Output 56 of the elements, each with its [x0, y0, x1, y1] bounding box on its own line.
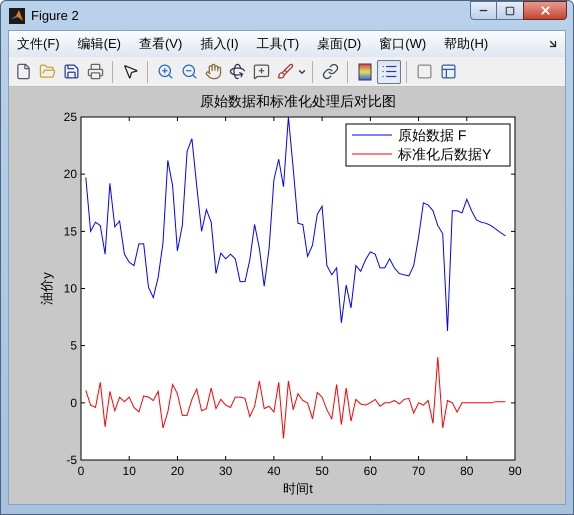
- tick-label: 50: [315, 464, 329, 478]
- legend-label: 标准化后数据Y: [398, 146, 492, 162]
- menu-item[interactable]: 工具(T): [254, 34, 302, 54]
- menu-item[interactable]: 查看(V): [136, 34, 184, 54]
- tick-label: 20: [64, 167, 77, 182]
- data-cursor-icon: [252, 63, 270, 80]
- menu-item[interactable]: 窗口(W): [377, 34, 428, 54]
- tick-label: 25: [64, 110, 77, 124]
- x-axis-label: 时间t: [283, 481, 313, 496]
- tick-label: 20: [170, 464, 184, 478]
- zoom-in-icon: [156, 63, 174, 80]
- tick-label: 5: [70, 338, 77, 353]
- maximize-icon: [505, 6, 515, 16]
- printer-icon: [86, 63, 104, 80]
- menu-item[interactable]: 桌面(D): [315, 34, 364, 54]
- new-file-icon: [14, 63, 32, 80]
- pointer-icon: [122, 63, 138, 80]
- rotate-icon: [228, 63, 246, 80]
- dock-icon[interactable]: [547, 38, 559, 50]
- tick-label: 60: [364, 464, 378, 478]
- hand-icon: [204, 63, 222, 80]
- window-title: Figure 2: [31, 6, 79, 25]
- save-icon: [62, 63, 80, 80]
- tick-label: 15: [64, 224, 77, 238]
- tick-label: 70: [412, 464, 426, 478]
- menu-item[interactable]: 文件(F): [15, 34, 62, 54]
- close-icon: [538, 4, 552, 17]
- folder-icon: [38, 63, 56, 80]
- zoom-out-icon: [180, 63, 198, 80]
- tick-label: 80: [460, 464, 474, 478]
- link-icon: [322, 63, 338, 80]
- legend-label: 原始数据 F: [398, 127, 466, 143]
- tick-label: 30: [218, 464, 232, 478]
- y-axis-label: 油价y: [39, 272, 54, 305]
- app-logo-icon: [9, 8, 25, 24]
- menu-item[interactable]: 编辑(E): [76, 34, 123, 54]
- square-icon: [416, 63, 432, 80]
- tick-label: 0: [70, 396, 77, 410]
- tick-label: 10: [122, 464, 136, 478]
- maximize-button[interactable]: [497, 1, 523, 20]
- legend-line: [352, 134, 392, 136]
- minimize-button[interactable]: [470, 1, 497, 20]
- tick-label: 10: [64, 282, 77, 296]
- legend-button[interactable]: [377, 60, 401, 84]
- tick-label: 90: [508, 464, 522, 478]
- tick-label: 0: [78, 464, 84, 478]
- chart-title: 原始数据和标准化处理后对比图: [200, 93, 396, 109]
- menu-item[interactable]: 插入(I): [198, 34, 241, 54]
- panel-icon: [440, 63, 456, 80]
- menu-item[interactable]: 帮助(H): [442, 34, 490, 54]
- tick-label: -5: [66, 453, 77, 467]
- tick-label: 40: [267, 464, 281, 478]
- brush-icon: [276, 63, 294, 80]
- colorbar-icon: [358, 62, 372, 80]
- legend-icon: [380, 63, 398, 80]
- close-button[interactable]: [523, 1, 567, 20]
